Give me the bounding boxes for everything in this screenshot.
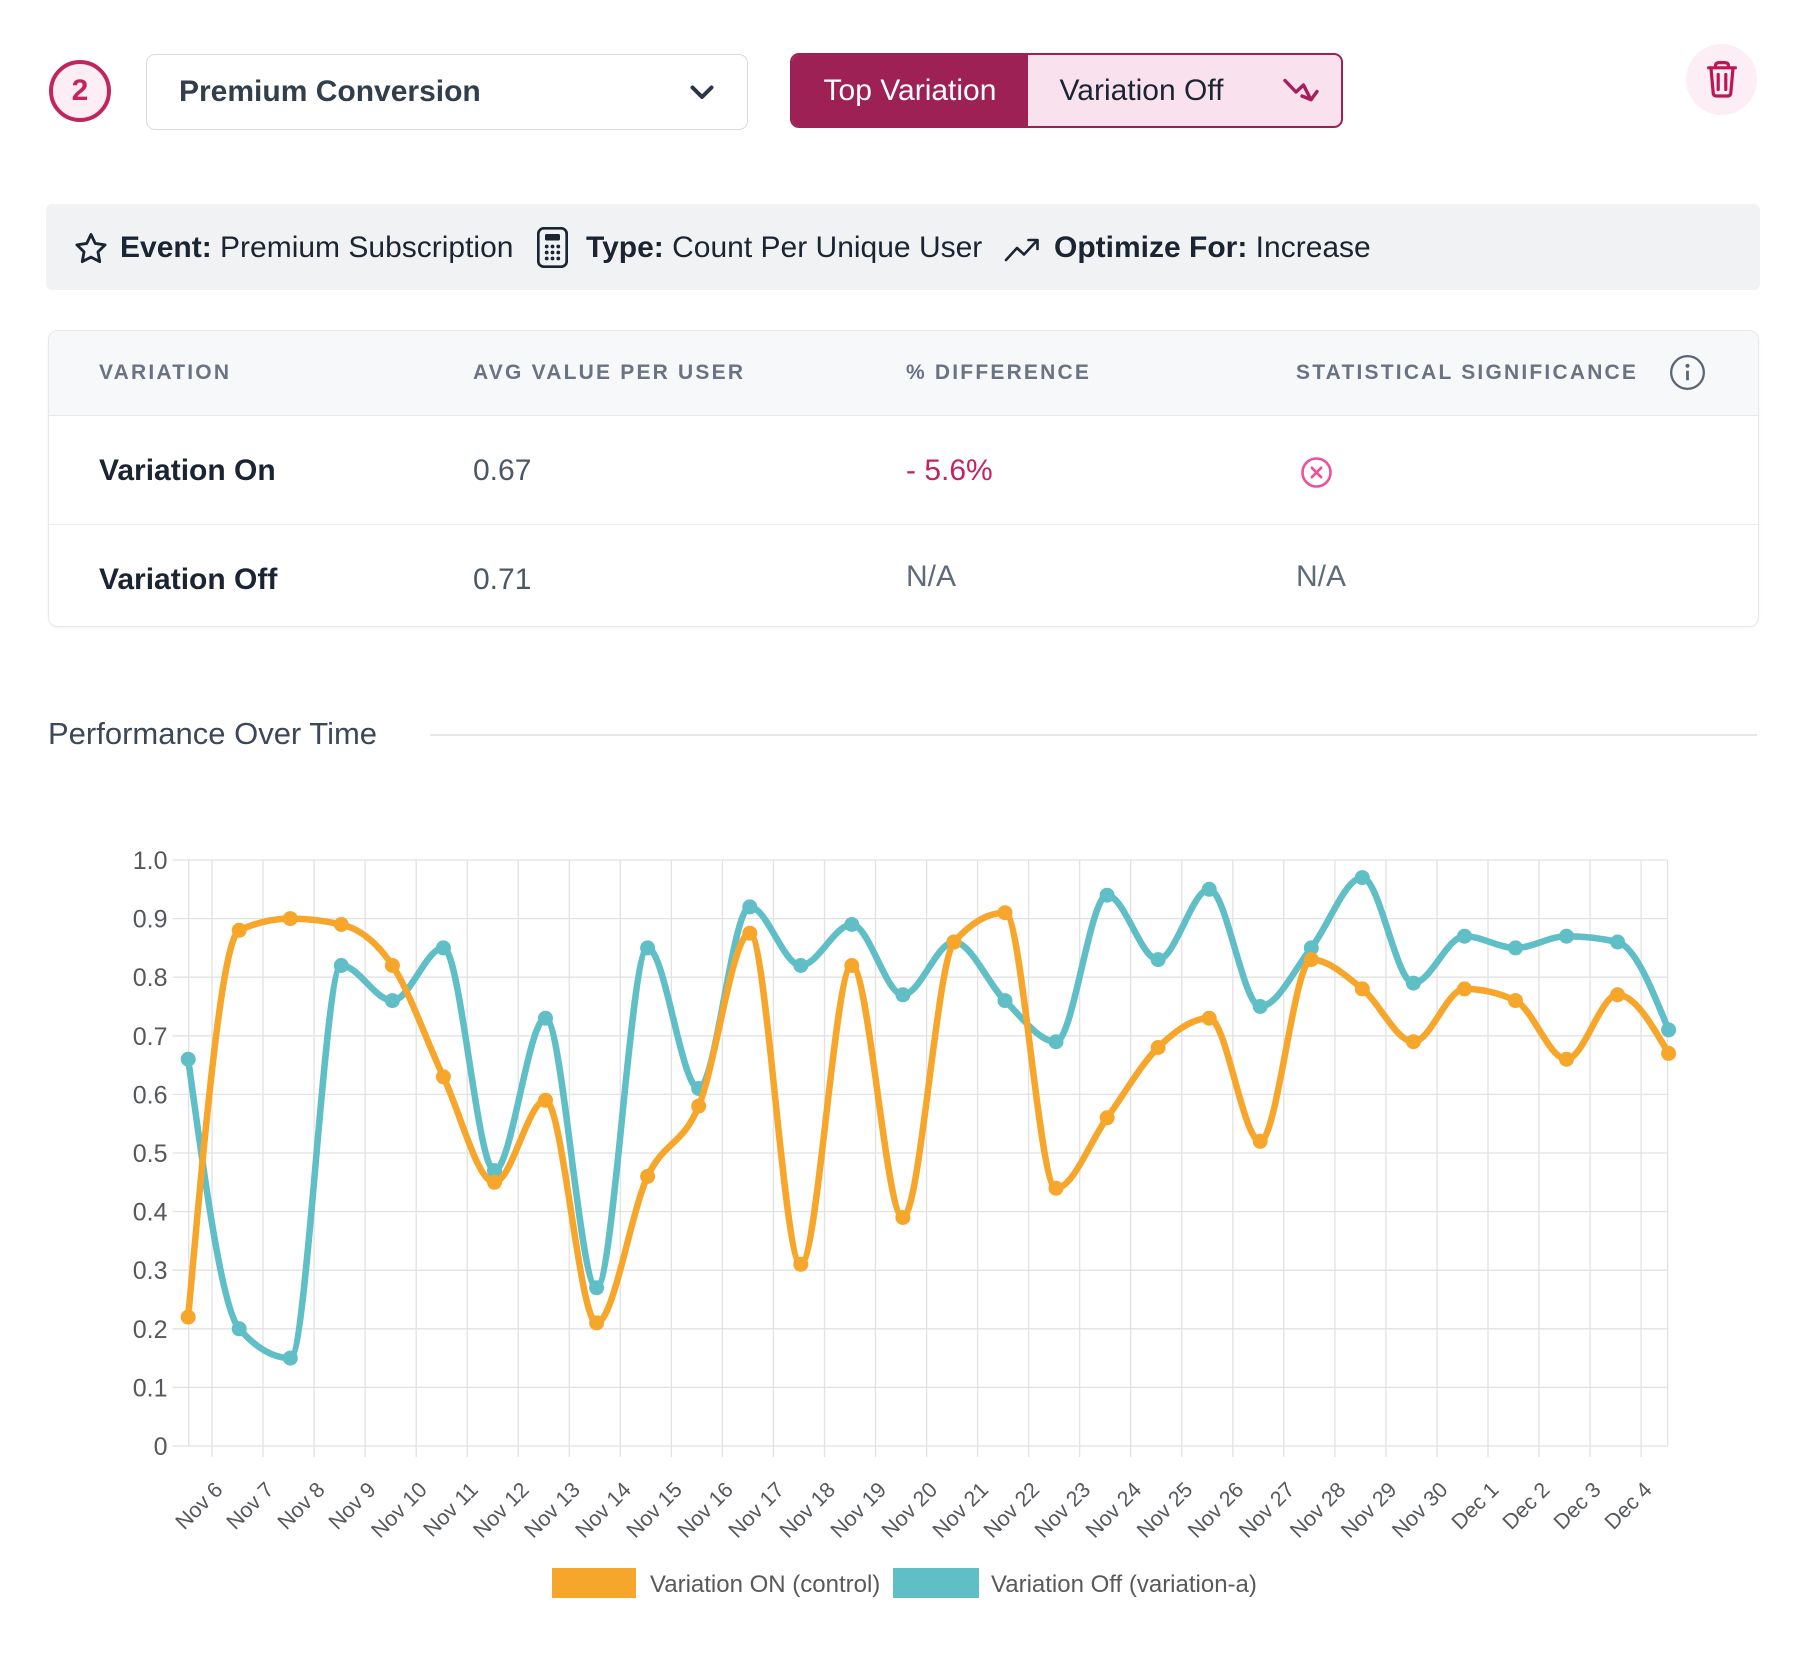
svg-text:0.6: 0.6 xyxy=(133,1081,168,1109)
svg-text:Nov 7: Nov 7 xyxy=(222,1478,279,1535)
svg-text:0.2: 0.2 xyxy=(133,1316,168,1344)
svg-text:Nov 10: Nov 10 xyxy=(367,1478,432,1543)
svg-text:Nov 24: Nov 24 xyxy=(1081,1478,1146,1543)
svg-text:0.3: 0.3 xyxy=(133,1257,168,1285)
svg-text:Nov 22: Nov 22 xyxy=(979,1478,1044,1543)
svg-text:Nov 27: Nov 27 xyxy=(1234,1478,1299,1543)
svg-text:Nov 21: Nov 21 xyxy=(928,1478,993,1543)
svg-text:1.0: 1.0 xyxy=(133,847,168,875)
svg-text:Variation ON (control): Variation ON (control) xyxy=(650,1571,880,1598)
svg-text:Dec 1: Dec 1 xyxy=(1447,1478,1504,1535)
svg-text:Nov 19: Nov 19 xyxy=(826,1478,891,1543)
svg-text:Nov 6: Nov 6 xyxy=(171,1478,228,1535)
svg-text:Nov 8: Nov 8 xyxy=(273,1478,330,1535)
svg-text:Nov 23: Nov 23 xyxy=(1030,1478,1095,1543)
svg-text:Nov 17: Nov 17 xyxy=(724,1478,789,1543)
svg-text:0.8: 0.8 xyxy=(133,964,168,992)
svg-text:0: 0 xyxy=(154,1433,168,1461)
svg-text:Nov 29: Nov 29 xyxy=(1336,1478,1401,1543)
svg-text:Nov 16: Nov 16 xyxy=(673,1478,738,1543)
svg-text:Nov 20: Nov 20 xyxy=(877,1478,942,1543)
svg-text:Nov 13: Nov 13 xyxy=(520,1478,585,1543)
svg-text:0.1: 0.1 xyxy=(133,1374,168,1402)
svg-text:0.7: 0.7 xyxy=(133,1023,168,1051)
svg-text:0.9: 0.9 xyxy=(133,906,168,934)
svg-text:Dec 2: Dec 2 xyxy=(1498,1478,1555,1535)
svg-text:Dec 3: Dec 3 xyxy=(1549,1478,1606,1535)
svg-text:Nov 30: Nov 30 xyxy=(1387,1478,1452,1543)
svg-text:Nov 11: Nov 11 xyxy=(419,1478,483,1542)
svg-text:Variation Off (variation-a): Variation Off (variation-a) xyxy=(991,1571,1257,1598)
svg-text:0.5: 0.5 xyxy=(133,1140,168,1168)
svg-text:Nov 25: Nov 25 xyxy=(1132,1478,1197,1543)
svg-text:Nov 15: Nov 15 xyxy=(622,1478,687,1543)
svg-text:0.4: 0.4 xyxy=(133,1199,168,1227)
svg-text:Nov 26: Nov 26 xyxy=(1183,1478,1248,1543)
svg-text:Nov 14: Nov 14 xyxy=(571,1478,636,1543)
svg-text:Nov 28: Nov 28 xyxy=(1285,1478,1350,1543)
svg-text:Nov 12: Nov 12 xyxy=(469,1478,534,1543)
svg-text:Dec 4: Dec 4 xyxy=(1600,1478,1657,1535)
svg-text:Nov 18: Nov 18 xyxy=(775,1478,840,1543)
